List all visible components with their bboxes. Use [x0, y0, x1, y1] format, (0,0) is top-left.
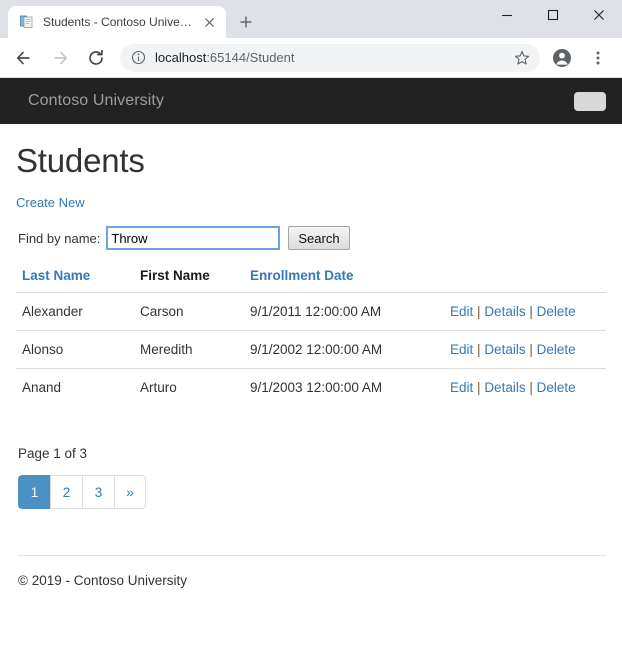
- edit-link[interactable]: Edit: [450, 380, 473, 395]
- sort-last-name-link[interactable]: Last Name: [22, 268, 90, 283]
- page-container: Students Create New Find by name: Search…: [0, 142, 622, 588]
- table-row: Alexander Carson 9/1/2011 12:00:00 AM Ed…: [16, 292, 606, 331]
- pagination-page-3[interactable]: 3: [82, 475, 114, 509]
- address-bar[interactable]: localhost:65144/Student: [120, 43, 540, 72]
- action-separator: |: [477, 342, 481, 357]
- students-table-body: Alexander Carson 9/1/2011 12:00:00 AM Ed…: [16, 292, 606, 406]
- details-link[interactable]: Details: [484, 304, 525, 319]
- search-label: Find by name:: [18, 230, 101, 246]
- address-bar-url: localhost:65144/Student: [155, 50, 510, 66]
- window-close-button[interactable]: [576, 0, 622, 30]
- cell-first-name: Meredith: [134, 330, 244, 369]
- tab-strip: Students - Contoso University: [0, 0, 260, 38]
- window-maximize-button[interactable]: [530, 0, 576, 30]
- cell-first-name: Carson: [134, 292, 244, 331]
- navbar-toggler-button[interactable]: [574, 91, 606, 111]
- action-separator: |: [529, 342, 533, 357]
- students-table: Last Name First Name Enrollment Date Ale…: [16, 262, 606, 406]
- url-path: :65144/Student: [206, 49, 295, 65]
- action-separator: |: [477, 380, 481, 395]
- cell-last-name: Alonso: [16, 330, 134, 369]
- reload-button[interactable]: [82, 44, 110, 72]
- window-controls: [484, 0, 622, 30]
- cell-actions: Edit | Details | Delete: [444, 330, 606, 369]
- cell-actions: Edit | Details | Delete: [444, 368, 606, 406]
- browser-window: Students - Contoso University localhost:…: [0, 0, 622, 646]
- new-tab-button[interactable]: [232, 8, 260, 36]
- search-input[interactable]: [106, 226, 281, 250]
- forward-button: [46, 44, 74, 72]
- browser-menu-button[interactable]: [584, 44, 612, 72]
- cell-actions: Edit | Details | Delete: [444, 292, 606, 331]
- back-button[interactable]: [10, 44, 38, 72]
- page-indicator: Page 1 of 3: [18, 446, 88, 461]
- cell-enrollment-date: 9/1/2011 12:00:00 AM: [244, 292, 444, 331]
- create-new-link[interactable]: Create New: [16, 195, 85, 210]
- pagination-page-1[interactable]: 1: [18, 475, 50, 509]
- site-navbar: Contoso University: [0, 78, 622, 124]
- edit-link[interactable]: Edit: [450, 304, 473, 319]
- navbar-brand[interactable]: Contoso University: [28, 92, 164, 110]
- cell-enrollment-date: 9/1/2003 12:00:00 AM: [244, 368, 444, 406]
- search-form: Find by name: Search: [18, 226, 606, 250]
- tab-close-icon[interactable]: [201, 14, 217, 30]
- column-header-enrollment-date: Enrollment Date: [244, 262, 444, 293]
- page-title: Students: [16, 142, 145, 179]
- table-row: Anand Arturo 9/1/2003 12:00:00 AM Edit |…: [16, 368, 606, 406]
- site-info-icon[interactable]: [130, 50, 146, 66]
- details-link[interactable]: Details: [484, 342, 525, 357]
- table-header-row: Last Name First Name Enrollment Date: [16, 262, 606, 293]
- page-footer: © 2019 - Contoso University: [18, 555, 606, 588]
- pagination-page-2[interactable]: 2: [50, 475, 82, 509]
- edit-link[interactable]: Edit: [450, 342, 473, 357]
- browser-toolbar: localhost:65144/Student: [0, 38, 622, 78]
- column-header-last-name: Last Name: [16, 262, 134, 293]
- tab-title: Students - Contoso University: [43, 15, 195, 29]
- profile-avatar-icon[interactable]: [548, 44, 576, 72]
- pagination: 1 2 3 »: [18, 475, 146, 509]
- browser-titlebar: Students - Contoso University: [0, 0, 622, 38]
- pagination-next[interactable]: »: [114, 475, 146, 509]
- document-favicon: [19, 14, 35, 30]
- cell-last-name: Alexander: [16, 292, 134, 331]
- bookmark-star-icon[interactable]: [510, 46, 534, 70]
- sort-enrollment-date-link[interactable]: Enrollment Date: [250, 268, 354, 283]
- action-separator: |: [477, 304, 481, 319]
- cell-first-name: Arturo: [134, 368, 244, 406]
- cell-last-name: Anand: [16, 368, 134, 406]
- cell-enrollment-date: 9/1/2002 12:00:00 AM: [244, 330, 444, 369]
- table-row: Alonso Meredith 9/1/2002 12:00:00 AM Edi…: [16, 330, 606, 369]
- delete-link[interactable]: Delete: [537, 342, 576, 357]
- page-viewport: Contoso University Students Create New F…: [0, 78, 622, 646]
- delete-link[interactable]: Delete: [537, 304, 576, 319]
- column-header-first-name: First Name: [134, 262, 244, 293]
- action-separator: |: [529, 380, 533, 395]
- column-header-actions: [444, 262, 606, 293]
- action-separator: |: [529, 304, 533, 319]
- window-minimize-button[interactable]: [484, 0, 530, 30]
- details-link[interactable]: Details: [484, 380, 525, 395]
- browser-tab[interactable]: Students - Contoso University: [8, 6, 226, 38]
- search-button[interactable]: Search: [288, 226, 350, 250]
- delete-link[interactable]: Delete: [537, 380, 576, 395]
- url-host: localhost: [155, 49, 207, 65]
